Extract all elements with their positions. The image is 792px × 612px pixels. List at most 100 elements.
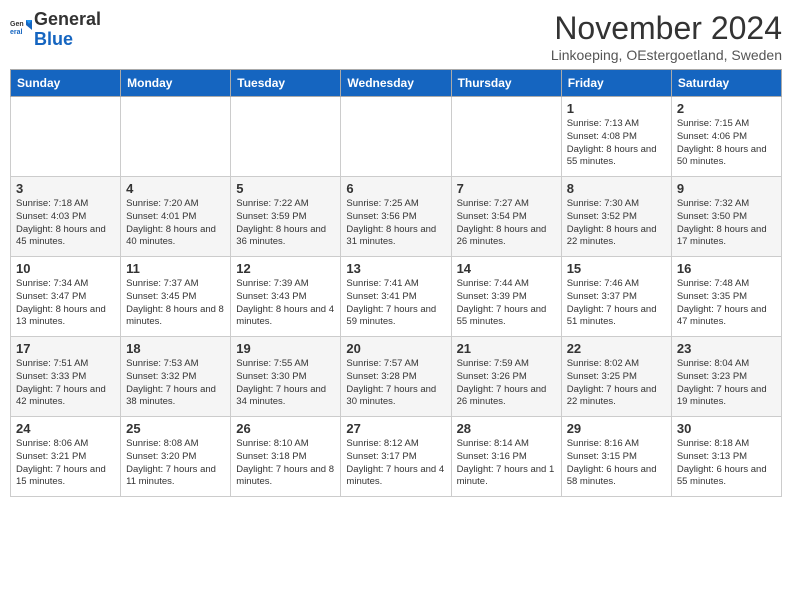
day-header-thursday: Thursday — [451, 70, 561, 97]
day-info: Sunrise: 7:41 AMSunset: 3:41 PMDaylight:… — [346, 278, 445, 329]
calendar-week-row: 3Sunrise: 7:18 AMSunset: 4:03 PMDaylight… — [11, 177, 782, 257]
day-info: Sunrise: 7:59 AMSunset: 3:26 PMDaylight:… — [457, 358, 556, 409]
day-number: 30 — [677, 421, 776, 436]
calendar-week-row: 10 Sunrise: 7:34 AMSunset: 3:47 PMDayligh… — [11, 257, 782, 337]
calendar-cell — [121, 97, 231, 177]
day-number: 14 — [457, 261, 556, 276]
day-info: Sunrise: 7:57 AMSunset: 3:28 PMDaylight:… — [346, 358, 445, 409]
day-info: Sunrise: 7:20 AMSunset: 4:01 PMDaylight:… — [126, 198, 225, 249]
day-info: Sunrise: 7:13 AMSunset: 4:08 PMDaylight:… — [567, 118, 666, 169]
day-number: 16 — [677, 261, 776, 276]
day-info: Sunrise: 7:44 AMSunset: 3:39 PMDaylight:… — [457, 278, 556, 329]
calendar-header-row: SundayMondayTuesdayWednesdayThursdayFrid… — [11, 70, 782, 97]
location-subtitle: Linkoeping, OEstergoetland, Sweden — [551, 47, 782, 63]
calendar-cell: 18 Sunrise: 7:53 AMSunset: 3:32 PMDayligh… — [121, 337, 231, 417]
day-header-wednesday: Wednesday — [341, 70, 451, 97]
day-info: Sunrise: 7:37 AMSunset: 3:45 PMDaylight:… — [126, 278, 225, 329]
header: Gen eral General Blue November 2024 Link… — [10, 10, 782, 63]
day-number: 23 — [677, 341, 776, 356]
day-number: 7 — [457, 181, 556, 196]
day-number: 18 — [126, 341, 225, 356]
calendar-week-row: 1 Sunrise: 7:13 AMSunset: 4:08 PMDaylight… — [11, 97, 782, 177]
calendar-cell: 24 Sunrise: 8:06 AMSunset: 3:21 PMDayligh… — [11, 417, 121, 497]
calendar-cell: 16 Sunrise: 7:48 AMSunset: 3:35 PMDayligh… — [671, 257, 781, 337]
calendar-table: SundayMondayTuesdayWednesdayThursdayFrid… — [10, 69, 782, 497]
day-header-sunday: Sunday — [11, 70, 121, 97]
day-number: 21 — [457, 341, 556, 356]
day-number: 29 — [567, 421, 666, 436]
calendar-cell: 12 Sunrise: 7:39 AMSunset: 3:43 PMDayligh… — [231, 257, 341, 337]
calendar-cell: 15 Sunrise: 7:46 AMSunset: 3:37 PMDayligh… — [561, 257, 671, 337]
day-number: 2 — [677, 101, 776, 116]
calendar-cell: 14 Sunrise: 7:44 AMSunset: 3:39 PMDayligh… — [451, 257, 561, 337]
day-header-monday: Monday — [121, 70, 231, 97]
day-number: 10 — [16, 261, 115, 276]
logo-blue-text: Blue — [34, 29, 73, 49]
day-number: 3 — [16, 181, 115, 196]
day-info: Sunrise: 7:32 AMSunset: 3:50 PMDaylight:… — [677, 198, 776, 249]
calendar-cell — [341, 97, 451, 177]
day-number: 1 — [567, 101, 666, 116]
calendar-cell — [231, 97, 341, 177]
calendar-cell: 2Sunrise: 7:15 AMSunset: 4:06 PMDaylight… — [671, 97, 781, 177]
day-number: 24 — [16, 421, 115, 436]
title-area: November 2024 Linkoeping, OEstergoetland… — [551, 10, 782, 63]
day-info: Sunrise: 8:10 AMSunset: 3:18 PMDaylight:… — [236, 438, 335, 489]
day-info: Sunrise: 7:39 AMSunset: 3:43 PMDaylight:… — [236, 278, 335, 329]
logo-general-text: General — [34, 9, 101, 29]
day-info: Sunrise: 8:04 AMSunset: 3:23 PMDaylight:… — [677, 358, 776, 409]
calendar-cell: 3Sunrise: 7:18 AMSunset: 4:03 PMDaylight… — [11, 177, 121, 257]
day-header-tuesday: Tuesday — [231, 70, 341, 97]
day-number: 12 — [236, 261, 335, 276]
day-info: Sunrise: 7:55 AMSunset: 3:30 PMDaylight:… — [236, 358, 335, 409]
calendar-cell: 19Sunrise: 7:55 AMSunset: 3:30 PMDayligh… — [231, 337, 341, 417]
calendar-cell: 20Sunrise: 7:57 AMSunset: 3:28 PMDayligh… — [341, 337, 451, 417]
day-info: Sunrise: 8:06 AMSunset: 3:21 PMDaylight:… — [16, 438, 115, 489]
calendar-cell: 17Sunrise: 7:51 AMSunset: 3:33 PMDayligh… — [11, 337, 121, 417]
calendar-cell: 25 Sunrise: 8:08 AMSunset: 3:20 PMDayligh… — [121, 417, 231, 497]
calendar-cell: 26 Sunrise: 8:10 AMSunset: 3:18 PMDayligh… — [231, 417, 341, 497]
calendar-cell: 29Sunrise: 8:16 AMSunset: 3:15 PMDayligh… — [561, 417, 671, 497]
svg-text:eral: eral — [10, 29, 23, 36]
day-info: Sunrise: 7:48 AMSunset: 3:35 PMDaylight:… — [677, 278, 776, 329]
day-info: Sunrise: 8:02 AMSunset: 3:25 PMDaylight:… — [567, 358, 666, 409]
calendar-cell — [11, 97, 121, 177]
day-number: 11 — [126, 261, 225, 276]
month-year-title: November 2024 — [551, 10, 782, 47]
calendar-cell: 4 Sunrise: 7:20 AMSunset: 4:01 PMDaylight… — [121, 177, 231, 257]
day-info: Sunrise: 7:34 AMSunset: 3:47 PMDaylight:… — [16, 278, 115, 329]
calendar-cell: 7Sunrise: 7:27 AMSunset: 3:54 PMDaylight… — [451, 177, 561, 257]
day-number: 28 — [457, 421, 556, 436]
day-info: Sunrise: 8:12 AMSunset: 3:17 PMDaylight:… — [346, 438, 445, 489]
day-info: Sunrise: 8:08 AMSunset: 3:20 PMDaylight:… — [126, 438, 225, 489]
day-header-friday: Friday — [561, 70, 671, 97]
day-number: 25 — [126, 421, 225, 436]
day-number: 22 — [567, 341, 666, 356]
calendar-cell: 9Sunrise: 7:32 AMSunset: 3:50 PMDaylight… — [671, 177, 781, 257]
day-header-saturday: Saturday — [671, 70, 781, 97]
calendar-cell: 30Sunrise: 8:18 AMSunset: 3:13 PMDayligh… — [671, 417, 781, 497]
day-number: 13 — [346, 261, 445, 276]
day-number: 17 — [16, 341, 115, 356]
logo-icon: Gen eral — [10, 16, 32, 38]
calendar-week-row: 24 Sunrise: 8:06 AMSunset: 3:21 PMDayligh… — [11, 417, 782, 497]
calendar-cell: 11 Sunrise: 7:37 AMSunset: 3:45 PMDayligh… — [121, 257, 231, 337]
day-info: Sunrise: 7:53 AMSunset: 3:32 PMDaylight:… — [126, 358, 225, 409]
day-info: Sunrise: 7:25 AMSunset: 3:56 PMDaylight:… — [346, 198, 445, 249]
day-number: 6 — [346, 181, 445, 196]
calendar-cell: 28Sunrise: 8:14 AMSunset: 3:16 PMDayligh… — [451, 417, 561, 497]
svg-text:Gen: Gen — [10, 21, 24, 28]
calendar-cell: 22 Sunrise: 8:02 AMSunset: 3:25 PMDayligh… — [561, 337, 671, 417]
day-info: Sunrise: 7:46 AMSunset: 3:37 PMDaylight:… — [567, 278, 666, 329]
calendar-cell: 23 Sunrise: 8:04 AMSunset: 3:23 PMDayligh… — [671, 337, 781, 417]
day-number: 27 — [346, 421, 445, 436]
calendar-cell: 1 Sunrise: 7:13 AMSunset: 4:08 PMDaylight… — [561, 97, 671, 177]
calendar-cell: 6 Sunrise: 7:25 AMSunset: 3:56 PMDaylight… — [341, 177, 451, 257]
day-number: 26 — [236, 421, 335, 436]
calendar-cell: 13 Sunrise: 7:41 AMSunset: 3:41 PMDayligh… — [341, 257, 451, 337]
calendar-cell: 8Sunrise: 7:30 AMSunset: 3:52 PMDaylight… — [561, 177, 671, 257]
calendar-cell: 5Sunrise: 7:22 AMSunset: 3:59 PMDaylight… — [231, 177, 341, 257]
day-number: 15 — [567, 261, 666, 276]
calendar-cell — [451, 97, 561, 177]
day-number: 4 — [126, 181, 225, 196]
